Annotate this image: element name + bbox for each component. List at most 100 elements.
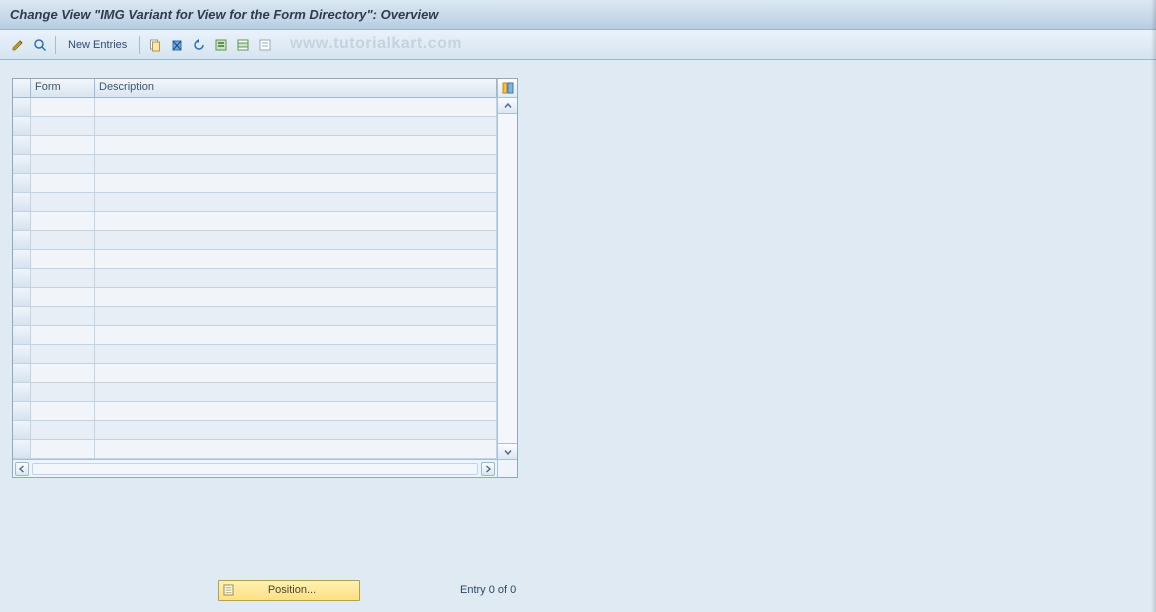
cell-form[interactable] (31, 231, 95, 250)
row-selector[interactable] (13, 155, 31, 174)
cell-form[interactable] (31, 193, 95, 212)
cell-description[interactable] (95, 383, 497, 402)
page-title: Change View "IMG Variant for View for th… (10, 7, 438, 22)
cell-form[interactable] (31, 98, 95, 117)
cell-description[interactable] (95, 421, 497, 440)
table-row (13, 212, 497, 231)
row-selector[interactable] (13, 364, 31, 383)
toolbar-separator (139, 36, 140, 54)
footer-bar: Position... Entry 0 of 0 (0, 578, 1156, 602)
entry-status-text: Entry 0 of 0 (460, 584, 516, 596)
table-row (13, 345, 497, 364)
cell-form[interactable] (31, 307, 95, 326)
cell-description[interactable] (95, 98, 497, 117)
cell-form[interactable] (31, 383, 95, 402)
scroll-left-icon[interactable] (15, 462, 29, 476)
position-icon (219, 583, 239, 597)
row-selector[interactable] (13, 421, 31, 440)
row-selector[interactable] (13, 383, 31, 402)
table-row (13, 174, 497, 193)
cell-description[interactable] (95, 231, 497, 250)
cell-description[interactable] (95, 307, 497, 326)
table-settings-icon[interactable] (498, 79, 517, 98)
row-selector[interactable] (13, 212, 31, 231)
select-block-icon[interactable] (233, 35, 253, 55)
cell-form[interactable] (31, 155, 95, 174)
cell-form[interactable] (31, 136, 95, 155)
table-row (13, 117, 497, 136)
select-all-corner[interactable] (13, 79, 31, 97)
scroll-down-icon[interactable] (498, 443, 517, 459)
cell-description[interactable] (95, 155, 497, 174)
cell-description[interactable] (95, 250, 497, 269)
new-entries-button[interactable]: New Entries (61, 36, 134, 54)
table-row (13, 364, 497, 383)
hscroll-track[interactable] (32, 463, 478, 475)
row-selector[interactable] (13, 98, 31, 117)
cell-form[interactable] (31, 212, 95, 231)
cell-description[interactable] (95, 326, 497, 345)
undo-icon[interactable] (189, 35, 209, 55)
table-row (13, 155, 497, 174)
column-header-description[interactable]: Description (95, 79, 497, 97)
table-body (13, 98, 497, 459)
cell-description[interactable] (95, 288, 497, 307)
cell-description[interactable] (95, 174, 497, 193)
row-selector[interactable] (13, 440, 31, 459)
cell-description[interactable] (95, 193, 497, 212)
row-selector[interactable] (13, 231, 31, 250)
row-selector[interactable] (13, 136, 31, 155)
table-control: Form Description (12, 78, 518, 478)
application-toolbar: New Entries www.tutorialkart.com (0, 30, 1156, 60)
toolbar-separator (55, 36, 56, 54)
row-selector[interactable] (13, 269, 31, 288)
table-side-controls (497, 79, 517, 477)
table-row (13, 250, 497, 269)
cell-form[interactable] (31, 117, 95, 136)
cell-form[interactable] (31, 364, 95, 383)
table-row (13, 231, 497, 250)
vscroll-track[interactable] (498, 114, 517, 443)
toggle-change-icon[interactable] (8, 35, 28, 55)
row-selector[interactable] (13, 345, 31, 364)
row-selector[interactable] (13, 288, 31, 307)
scroll-up-icon[interactable] (498, 98, 517, 114)
details-icon[interactable] (30, 35, 50, 55)
table-row (13, 136, 497, 155)
cell-form[interactable] (31, 250, 95, 269)
cell-form[interactable] (31, 345, 95, 364)
cell-form[interactable] (31, 269, 95, 288)
table-row (13, 326, 497, 345)
row-selector[interactable] (13, 250, 31, 269)
cell-description[interactable] (95, 345, 497, 364)
cell-form[interactable] (31, 402, 95, 421)
cell-description[interactable] (95, 212, 497, 231)
horizontal-scrollbar (13, 459, 497, 477)
cell-description[interactable] (95, 136, 497, 155)
column-header-form[interactable]: Form (31, 79, 95, 97)
cell-description[interactable] (95, 364, 497, 383)
cell-form[interactable] (31, 326, 95, 345)
cell-description[interactable] (95, 440, 497, 459)
cell-form[interactable] (31, 288, 95, 307)
cell-description[interactable] (95, 117, 497, 136)
cell-description[interactable] (95, 402, 497, 421)
row-selector[interactable] (13, 326, 31, 345)
row-selector[interactable] (13, 117, 31, 136)
cell-form[interactable] (31, 421, 95, 440)
row-selector[interactable] (13, 193, 31, 212)
copy-icon[interactable] (145, 35, 165, 55)
delete-icon[interactable] (167, 35, 187, 55)
row-selector[interactable] (13, 402, 31, 421)
cell-description[interactable] (95, 269, 497, 288)
deselect-all-icon[interactable] (255, 35, 275, 55)
select-all-icon[interactable] (211, 35, 231, 55)
scroll-right-icon[interactable] (481, 462, 495, 476)
cell-form[interactable] (31, 440, 95, 459)
row-selector[interactable] (13, 307, 31, 326)
row-selector[interactable] (13, 174, 31, 193)
table-row (13, 288, 497, 307)
table-header: Form Description (13, 79, 497, 98)
position-button[interactable]: Position... (218, 580, 360, 601)
cell-form[interactable] (31, 174, 95, 193)
